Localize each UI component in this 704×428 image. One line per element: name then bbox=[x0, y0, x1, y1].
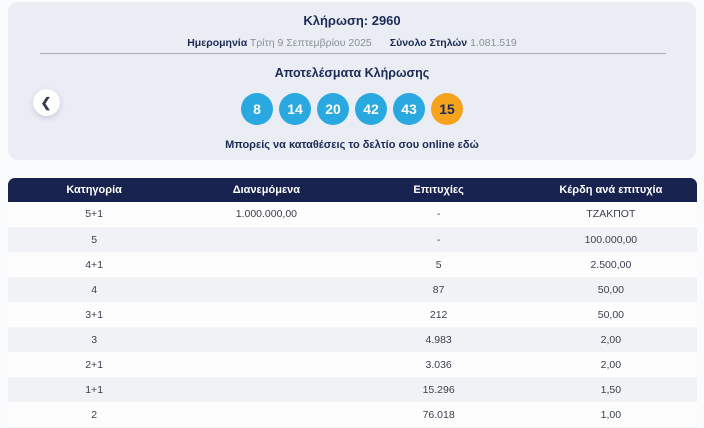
cell-category: 3+1 bbox=[8, 302, 180, 327]
prize-table: Κατηγορία Διανεμόμενα Επιτυχίες Κέρδη αν… bbox=[8, 178, 697, 428]
cell-distributed bbox=[180, 227, 352, 252]
cell-category: 3 bbox=[8, 327, 180, 352]
cell-prize: 1,50 bbox=[525, 377, 697, 402]
cell-winners: 87 bbox=[353, 277, 525, 302]
cell-winners: 76.018 bbox=[353, 402, 525, 427]
cell-prize: ΤΖΑΚΠΟΤ bbox=[525, 202, 697, 227]
previous-draw-button[interactable]: ❮ bbox=[33, 89, 60, 116]
draw-results-title: Αποτελέσματα Κλήρωσης bbox=[8, 66, 696, 80]
cell-prize: 2,00 bbox=[525, 352, 697, 377]
table-row: 3+1 21250,00 bbox=[8, 302, 697, 327]
cell-distributed bbox=[180, 277, 352, 302]
draw-results-card: Κλήρωση: 2960 Ημερομηνία Τρίτη 9 Σεπτεμβ… bbox=[8, 2, 696, 160]
cell-category: 5 bbox=[8, 227, 180, 252]
cell-category: 4+1 bbox=[8, 252, 180, 277]
cell-distributed bbox=[180, 302, 352, 327]
winning-number-ball: 20 bbox=[317, 93, 349, 125]
chevron-left-icon: ❮ bbox=[41, 96, 52, 109]
deposit-online-text: Μπορείς να καταθέσεις το δελτίο σου onli… bbox=[225, 139, 454, 151]
header-distributed: Διανεμόμενα bbox=[180, 178, 352, 202]
joker-number-ball: 15 bbox=[431, 93, 463, 125]
winning-number-ball: 43 bbox=[393, 93, 425, 125]
deposit-online-link[interactable]: εδώ bbox=[458, 139, 479, 151]
header-category: Κατηγορία bbox=[8, 178, 180, 202]
draw-date-value: Τρίτη 9 Σεπτεμβρίου 2025 bbox=[250, 37, 372, 49]
draw-number-title: Κλήρωση: 2960 bbox=[8, 2, 696, 28]
winning-number-ball: 42 bbox=[355, 93, 387, 125]
table-row: 3 4.9832,00 bbox=[8, 327, 697, 352]
winning-number-ball: 14 bbox=[279, 93, 311, 125]
total-columns-label: Σύνολο Στηλών bbox=[390, 37, 467, 49]
cell-prize: 100.000,00 bbox=[525, 227, 697, 252]
cell-category: 2 bbox=[8, 402, 180, 427]
cell-prize: 2,00 bbox=[525, 327, 697, 352]
cell-winners: 5 bbox=[353, 252, 525, 277]
draw-date-label: Ημερομηνία bbox=[187, 37, 247, 49]
prize-table-card: Κατηγορία Διανεμόμενα Επιτυχίες Κέρδη αν… bbox=[8, 178, 697, 428]
cell-category: 4 bbox=[8, 277, 180, 302]
cell-distributed bbox=[180, 402, 352, 427]
total-columns-value: 1.081.519 bbox=[470, 37, 517, 49]
header-winners: Επιτυχίες bbox=[353, 178, 525, 202]
cell-winners: 4.983 bbox=[353, 327, 525, 352]
cell-winners: - bbox=[353, 227, 525, 252]
card-divider bbox=[40, 53, 666, 54]
cell-winners: 3.036 bbox=[353, 352, 525, 377]
cell-prize: 50,00 bbox=[525, 277, 697, 302]
draw-meta-line: Ημερομηνία Τρίτη 9 Σεπτεμβρίου 2025 Σύνολ… bbox=[8, 37, 696, 49]
cell-winners: 212 bbox=[353, 302, 525, 327]
cell-distributed bbox=[180, 252, 352, 277]
cell-distributed bbox=[180, 327, 352, 352]
winning-number-ball: 8 bbox=[241, 93, 273, 125]
table-row: 5+11.000.000,00-ΤΖΑΚΠΟΤ bbox=[8, 202, 697, 227]
cell-winners: 15.296 bbox=[353, 377, 525, 402]
cell-distributed bbox=[180, 352, 352, 377]
cell-prize: 1,00 bbox=[525, 402, 697, 427]
prize-table-header: Κατηγορία Διανεμόμενα Επιτυχίες Κέρδη αν… bbox=[8, 178, 697, 202]
table-row: 5 -100.000,00 bbox=[8, 227, 697, 252]
cell-distributed bbox=[180, 377, 352, 402]
table-row: 4 8750,00 bbox=[8, 277, 697, 302]
prize-table-body: 5+11.000.000,00-ΤΖΑΚΠΟΤ5-100.000,004+152… bbox=[8, 202, 697, 427]
deposit-online-line: Μπορείς να καταθέσεις το δελτίο σου onli… bbox=[8, 139, 696, 151]
draw-date: Ημερομηνία Τρίτη 9 Σεπτεμβρίου 2025 bbox=[187, 37, 372, 49]
cell-category: 2+1 bbox=[8, 352, 180, 377]
cell-prize: 50,00 bbox=[525, 302, 697, 327]
table-row: 4+1 52.500,00 bbox=[8, 252, 697, 277]
table-row: 1+1 15.2961,50 bbox=[8, 377, 697, 402]
total-columns: Σύνολο Στηλών 1.081.519 bbox=[390, 37, 517, 49]
table-row: 2 76.0181,00 bbox=[8, 402, 697, 427]
cell-distributed: 1.000.000,00 bbox=[180, 202, 352, 227]
cell-winners: - bbox=[353, 202, 525, 227]
cell-prize: 2.500,00 bbox=[525, 252, 697, 277]
cell-category: 1+1 bbox=[8, 377, 180, 402]
cell-category: 5+1 bbox=[8, 202, 180, 227]
header-prize-per-win: Κέρδη ανά επιτυχία bbox=[525, 178, 697, 202]
winning-numbers-row: 81420424315 bbox=[8, 93, 696, 125]
table-row: 2+1 3.0362,00 bbox=[8, 352, 697, 377]
